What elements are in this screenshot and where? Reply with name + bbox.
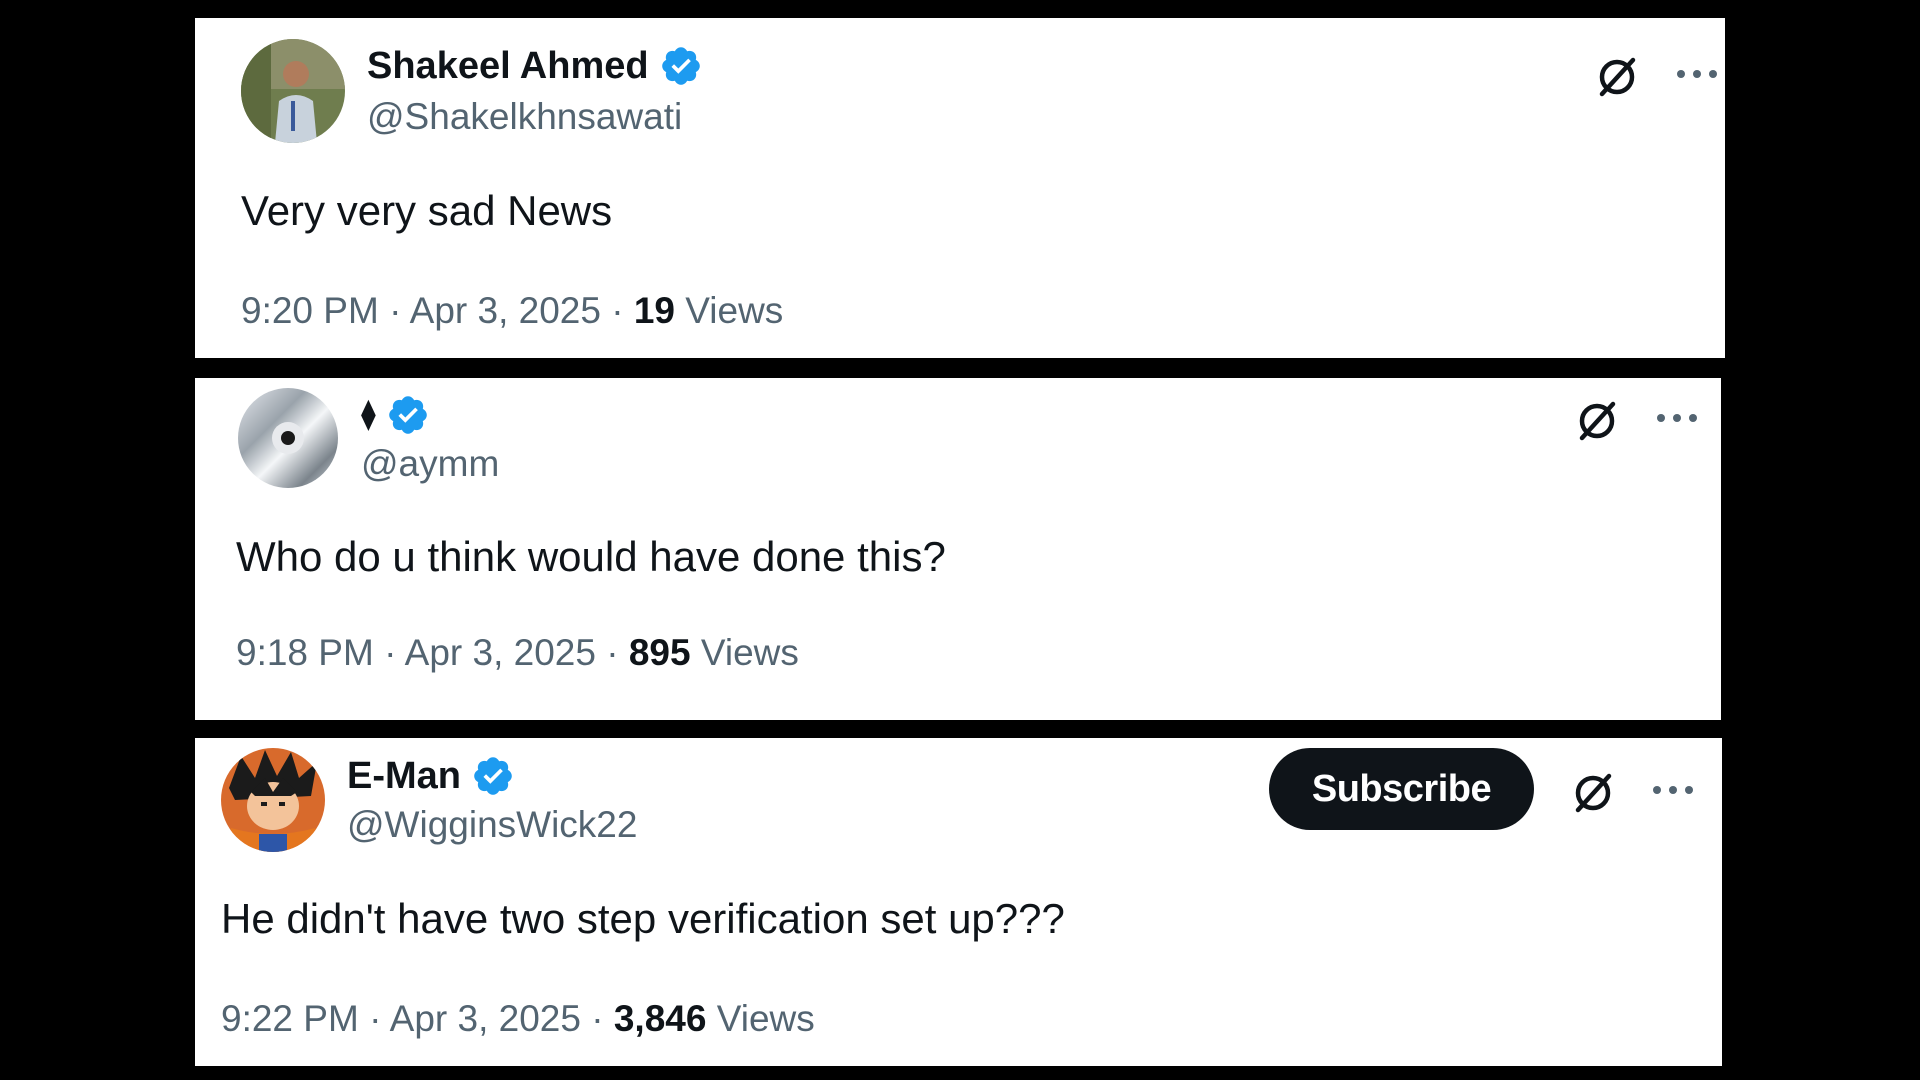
display-name[interactable]: ⧫ (361, 400, 376, 430)
tweet-time[interactable]: 9:18 PM (236, 632, 374, 673)
grok-icon[interactable] (1569, 768, 1617, 816)
display-name[interactable]: Shakeel Ahmed (367, 47, 649, 85)
verified-badge-icon[interactable] (386, 393, 430, 437)
tweet-text: Very very sad News (241, 187, 613, 234)
tweet-meta: 9:22 PM · Apr 3, 2025 · 3,846 Views (221, 998, 815, 1039)
person-photo-icon (241, 39, 345, 143)
grok-icon[interactable] (1573, 396, 1621, 444)
more-options-icon[interactable] (1651, 780, 1695, 800)
verified-badge-icon[interactable] (471, 754, 515, 798)
tweet-date[interactable]: Apr 3, 2025 (405, 632, 596, 673)
views-count: 895 (628, 632, 691, 673)
tweet-text: Who do u think would have done this? (236, 533, 946, 580)
user-handle[interactable]: @aymm (361, 445, 499, 482)
subscribe-button[interactable]: Subscribe (1269, 748, 1534, 830)
compact-disc-icon (236, 386, 340, 490)
more-options-icon[interactable] (1675, 64, 1719, 84)
tweet-time[interactable]: 9:22 PM (221, 998, 359, 1039)
anime-character-icon (221, 748, 325, 852)
tweet-meta: 9:18 PM · Apr 3, 2025 · 895 Views (236, 632, 799, 673)
tweet-date[interactable]: Apr 3, 2025 (390, 998, 581, 1039)
user-handle[interactable]: @WigginsWick22 (347, 806, 637, 843)
user-handle[interactable]: @Shakelkhnsawati (367, 98, 682, 135)
tweet-card-3[interactable]: E-Man @WigginsWick22 Subscribe He didn't… (195, 738, 1722, 1066)
views-label: Views (716, 998, 815, 1039)
tweet-date[interactable]: Apr 3, 2025 (410, 290, 601, 331)
avatar[interactable] (236, 386, 340, 490)
views-count: 3,846 (613, 998, 707, 1039)
tweet-text: He didn't have two step verification set… (221, 895, 1065, 942)
tweet-card-1[interactable]: Shakeel Ahmed @Shakelkhnsawati Very very… (195, 18, 1725, 358)
tweet-card-2[interactable]: ⧫ @aymm Who do u think would have done t… (195, 378, 1721, 720)
verified-badge-icon[interactable] (659, 44, 703, 88)
views-label: Views (685, 290, 784, 331)
grok-icon[interactable] (1593, 52, 1641, 100)
views-label: Views (700, 632, 799, 673)
more-options-icon[interactable] (1655, 408, 1699, 428)
display-name[interactable]: E-Man (347, 757, 461, 795)
avatar[interactable] (221, 748, 325, 852)
tweet-time[interactable]: 9:20 PM (241, 290, 379, 331)
tweet-meta: 9:20 PM · Apr 3, 2025 · 19 Views (241, 290, 784, 331)
avatar[interactable] (241, 39, 345, 143)
views-count: 19 (633, 290, 675, 331)
